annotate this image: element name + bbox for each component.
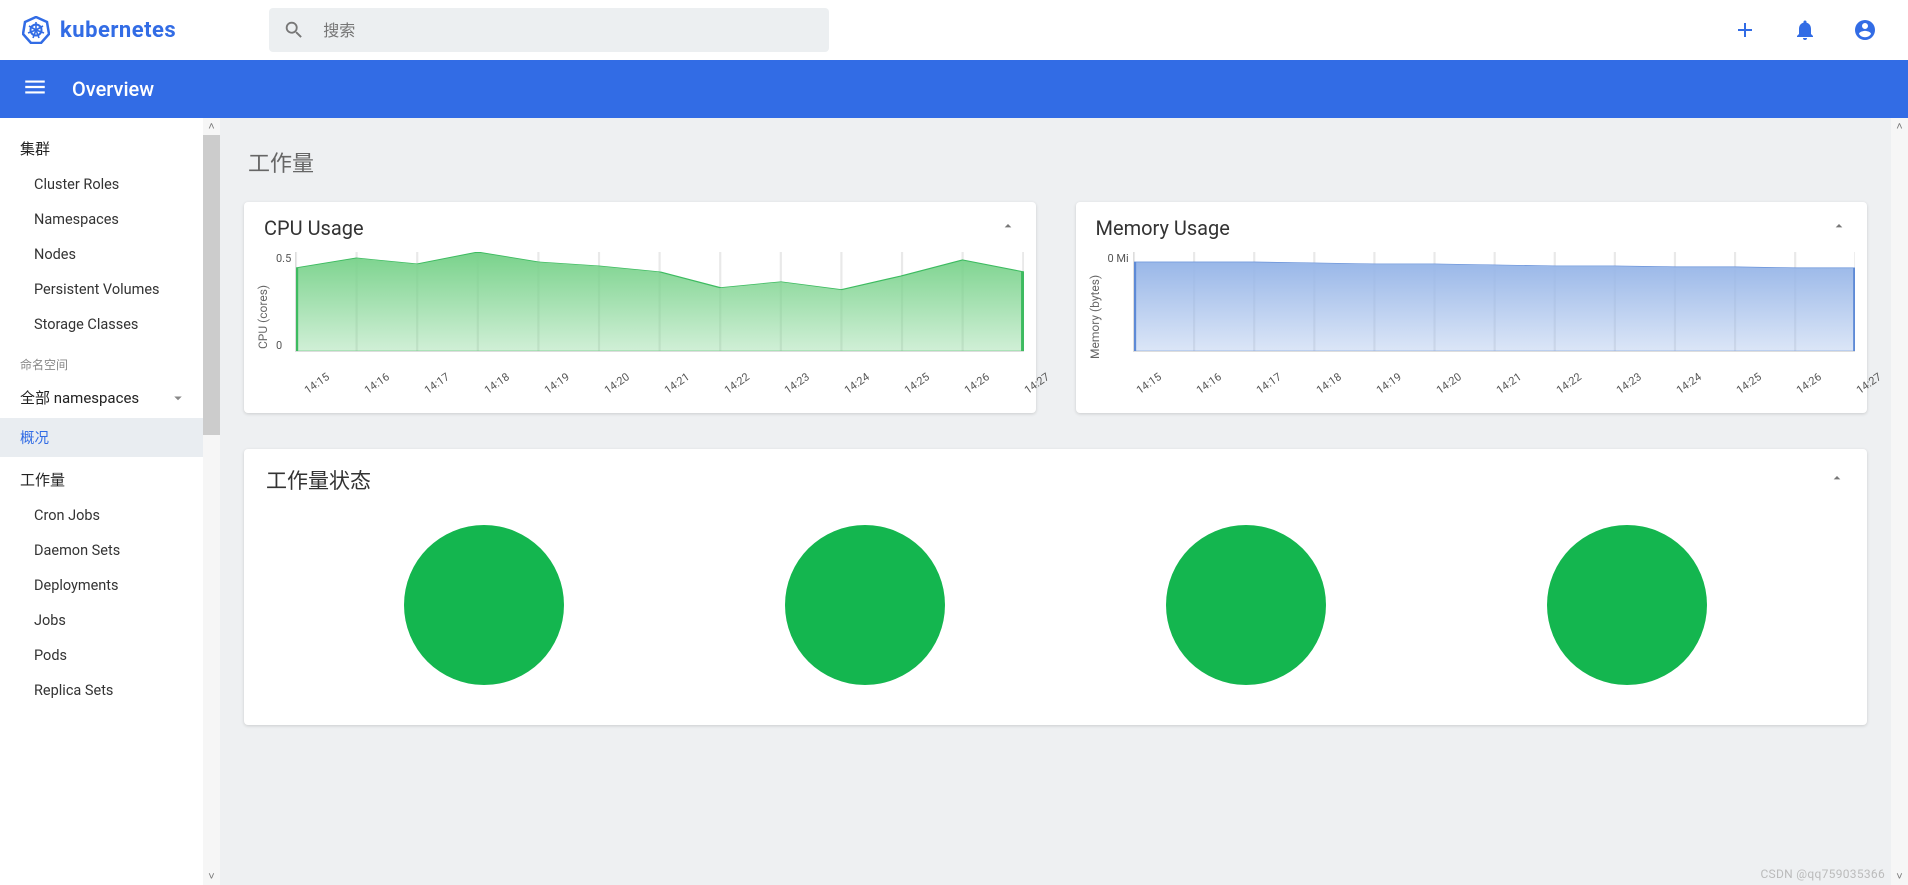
chart-ylabel: CPU (cores) bbox=[254, 252, 272, 382]
page-title: Overview bbox=[72, 77, 154, 101]
sidebar-item-overview[interactable]: 概况 bbox=[0, 418, 203, 457]
account-icon bbox=[1853, 18, 1877, 42]
sidebar-item-nodes[interactable]: Nodes bbox=[0, 237, 203, 272]
logo[interactable]: kubernetes bbox=[22, 16, 176, 44]
logo-text: kubernetes bbox=[60, 18, 176, 43]
create-button[interactable] bbox=[1724, 9, 1766, 51]
sidebar-item-daemon-sets[interactable]: Daemon Sets bbox=[0, 533, 203, 568]
sidebar-item-cron-jobs[interactable]: Cron Jobs bbox=[0, 498, 203, 533]
chart-yticks: 0.50 bbox=[272, 252, 295, 352]
chart-xticks: 14:1514:1614:1714:1814:1914:2014:2114:22… bbox=[302, 386, 1024, 399]
chart-card-0: CPU Usage CPU (cores)0.50 14:1514:1614:171… bbox=[244, 202, 1036, 413]
sidebar-item-namespaces[interactable]: Namespaces bbox=[0, 202, 203, 237]
sidebar-scrollbar[interactable]: ˄ ˅ bbox=[203, 118, 220, 885]
chart-plot bbox=[295, 252, 1023, 352]
namespace-selector-value: 全部 namespaces bbox=[20, 387, 139, 408]
section-title: 工作量 bbox=[248, 146, 1867, 178]
sidebar-item-deployments[interactable]: Deployments bbox=[0, 568, 203, 603]
sidebar-item-cluster-roles[interactable]: Cluster Roles bbox=[0, 167, 203, 202]
workload-status-title: 工作量状态 bbox=[266, 465, 371, 495]
search-icon bbox=[283, 19, 305, 41]
sidebar-section-cluster: 集群 bbox=[0, 126, 203, 167]
bell-icon bbox=[1793, 18, 1817, 42]
kubernetes-logo-icon bbox=[22, 16, 50, 44]
sidebar-item-storage-classes[interactable]: Storage Classes bbox=[0, 307, 203, 342]
chart-title: Memory Usage bbox=[1096, 216, 1230, 240]
sidebar-item-persistent-volumes[interactable]: Persistent Volumes bbox=[0, 272, 203, 307]
chart-yticks: 0 Mi bbox=[1104, 252, 1133, 352]
chart-collapse[interactable] bbox=[1000, 218, 1016, 238]
chevron-up-icon bbox=[1000, 218, 1016, 234]
sub-header: Overview bbox=[0, 60, 1908, 118]
content-scrollbar[interactable]: ˄ ˅ bbox=[1891, 118, 1908, 885]
sidebar: 集群 Cluster RolesNamespacesNodesPersisten… bbox=[0, 118, 203, 885]
watermark: CSDN @qq759035366 bbox=[1760, 867, 1885, 881]
namespace-selector[interactable]: 全部 namespaces bbox=[0, 377, 203, 418]
chart-xticks: 14:1514:1614:1714:1814:1914:2014:2114:22… bbox=[1134, 386, 1856, 399]
chevron-up-icon bbox=[1829, 470, 1845, 486]
sidebar-section-workload: 工作量 bbox=[0, 457, 203, 498]
chart-ylabel: Memory (bytes) bbox=[1086, 252, 1104, 382]
chevron-up-icon bbox=[1831, 218, 1847, 234]
scroll-down-icon[interactable]: ˅ bbox=[203, 868, 220, 885]
status-circle bbox=[1166, 525, 1326, 685]
sidebar-ns-label: 命名空间 bbox=[0, 342, 203, 377]
sidebar-item-replica-sets[interactable]: Replica Sets bbox=[0, 673, 203, 708]
sidebar-item-jobs[interactable]: Jobs bbox=[0, 603, 203, 638]
status-circle bbox=[404, 525, 564, 685]
workload-status-card: 工作量状态 bbox=[244, 449, 1867, 725]
content-area: 工作量 CPU Usage CPU (cores)0.50 14:1514:1614… bbox=[220, 118, 1891, 885]
chart-collapse[interactable] bbox=[1831, 218, 1847, 238]
scroll-up-icon[interactable]: ˄ bbox=[1891, 118, 1908, 135]
hamburger-icon bbox=[22, 74, 48, 100]
scroll-up-icon[interactable]: ˄ bbox=[203, 118, 220, 135]
chart-title: CPU Usage bbox=[264, 216, 364, 240]
menu-toggle[interactable] bbox=[22, 74, 48, 104]
top-bar: kubernetes bbox=[0, 0, 1908, 60]
search-input[interactable] bbox=[323, 21, 815, 40]
workload-status-collapse[interactable] bbox=[1829, 470, 1845, 490]
status-circle bbox=[785, 525, 945, 685]
chevron-down-icon bbox=[169, 389, 187, 407]
status-circle bbox=[1547, 525, 1707, 685]
sidebar-scroll-thumb[interactable] bbox=[203, 135, 220, 435]
search-box[interactable] bbox=[269, 8, 829, 52]
scroll-down-icon[interactable]: ˅ bbox=[1891, 868, 1908, 885]
plus-icon bbox=[1733, 18, 1757, 42]
sidebar-item-pods[interactable]: Pods bbox=[0, 638, 203, 673]
chart-plot bbox=[1133, 252, 1855, 352]
chart-card-1: Memory Usage Memory (bytes)0 Mi 14:1514:16… bbox=[1076, 202, 1868, 413]
account-button[interactable] bbox=[1844, 9, 1886, 51]
notifications-button[interactable] bbox=[1784, 9, 1826, 51]
